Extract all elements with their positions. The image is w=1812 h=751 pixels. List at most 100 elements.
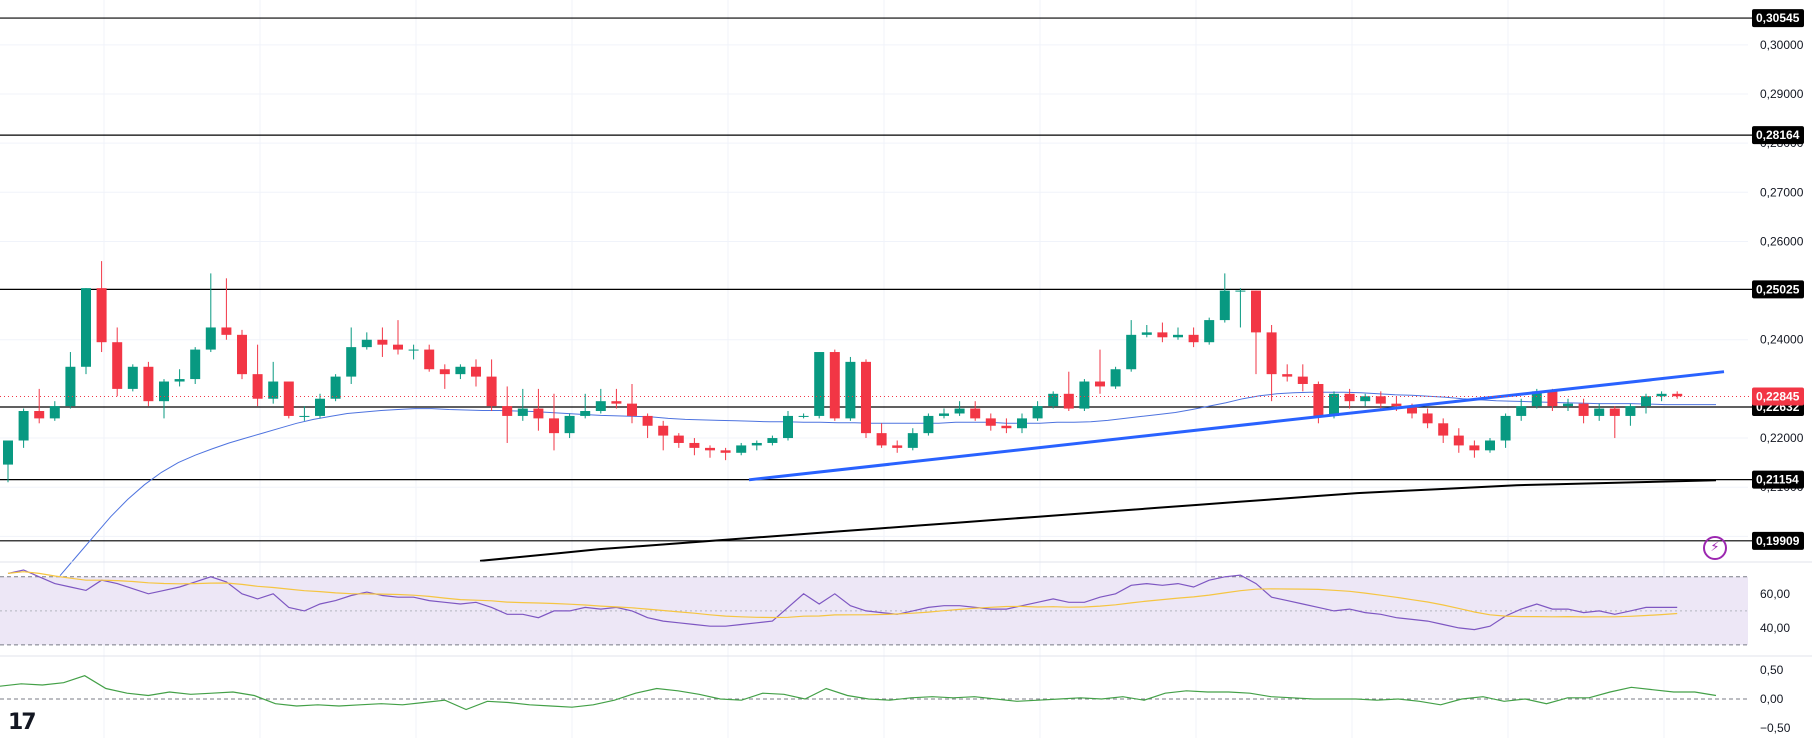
candle-body	[49, 406, 60, 419]
candle	[720, 447, 731, 461]
candle-body	[1625, 406, 1636, 416]
osc-tick-label: 0,00	[1760, 692, 1784, 706]
level-label: 0,28164	[1756, 128, 1800, 142]
candle	[1609, 406, 1620, 439]
candle	[1173, 327, 1183, 340]
candle	[1297, 364, 1308, 392]
candle	[1422, 408, 1433, 429]
candle	[377, 327, 388, 357]
candle	[190, 347, 201, 384]
candle-body	[642, 415, 653, 426]
chart-svg[interactable]: 0,300000,290000,280000,270000,260000,240…	[0, 0, 1812, 746]
candle	[642, 413, 653, 439]
candle-body	[892, 445, 903, 448]
candle-body	[1266, 332, 1277, 375]
candle-body	[1126, 334, 1137, 370]
candle-body	[673, 435, 684, 443]
candle-body	[330, 376, 341, 399]
candle-body	[221, 327, 232, 335]
candle	[892, 440, 903, 453]
rsi-pane: 60,00 40,00	[0, 569, 1790, 646]
price-tick-label: 0,26000	[1760, 234, 1804, 248]
candle-body	[814, 352, 825, 416]
candle	[876, 423, 887, 448]
candle	[1095, 349, 1105, 394]
candle	[1641, 393, 1651, 414]
sma-blue-layer	[59, 391, 1716, 577]
candle	[1204, 317, 1215, 345]
candle-body	[502, 406, 513, 416]
candle-body	[829, 352, 840, 419]
trendline	[748, 370, 1725, 482]
tradingview-logo: 17	[8, 710, 37, 735]
candle	[751, 440, 762, 451]
candle-body	[18, 411, 29, 441]
candle-body	[1235, 290, 1246, 292]
candle-body	[1157, 332, 1168, 338]
candle	[268, 361, 279, 404]
candle-body	[736, 445, 747, 453]
candle	[1235, 288, 1246, 328]
candle-body	[1609, 408, 1620, 416]
candle	[237, 329, 247, 380]
level-label: 0,25025	[1756, 282, 1800, 296]
candle-body	[1017, 418, 1027, 429]
trendline-layer[interactable]	[748, 370, 1725, 482]
candle-body	[705, 447, 715, 451]
candle	[1360, 393, 1371, 407]
candle-body	[1485, 440, 1495, 451]
candle	[1079, 379, 1090, 412]
candle-body	[159, 381, 169, 402]
candle-body	[439, 369, 450, 375]
candle	[1469, 440, 1480, 458]
osc-tick-label: −0,50	[1760, 721, 1791, 735]
candle	[471, 359, 481, 387]
candle-body	[346, 347, 357, 377]
candle	[1578, 398, 1589, 424]
candle-body	[1079, 381, 1090, 409]
candle	[34, 388, 45, 424]
candle-body	[985, 418, 996, 426]
candle	[689, 438, 700, 456]
candle	[1563, 398, 1573, 412]
candle	[829, 349, 840, 421]
candle-body	[767, 438, 778, 443]
candle-body	[1297, 376, 1308, 384]
candle-body	[1188, 334, 1199, 343]
candle-body	[1032, 406, 1043, 419]
candle-body	[174, 379, 185, 382]
candle-body	[923, 415, 934, 434]
candle-body	[1672, 393, 1683, 397]
candle-body	[1516, 406, 1527, 416]
lightning-icon[interactable]: ⚡	[1703, 536, 1727, 560]
oscillator-pane: 0,50 0,00 −0,50	[0, 663, 1791, 735]
candle-body	[1422, 413, 1433, 424]
osc-tick-label: 0,50	[1760, 663, 1784, 677]
candle	[174, 369, 185, 387]
candle	[1516, 398, 1527, 421]
candle	[517, 388, 528, 421]
candle-body	[3, 440, 13, 465]
candle-body	[1500, 415, 1511, 441]
candle	[736, 442, 747, 456]
chart-root: 0,300000,290000,280000,270000,260000,240…	[0, 0, 1812, 746]
candle	[1656, 391, 1667, 402]
candle	[315, 393, 325, 419]
candle-body	[1313, 383, 1324, 416]
candle-body	[517, 408, 528, 416]
candle	[65, 352, 76, 409]
price-tick-label: 0,27000	[1760, 185, 1804, 199]
candle	[127, 364, 138, 392]
candle-body	[533, 408, 544, 419]
candle	[455, 364, 466, 380]
candle-body	[1578, 403, 1589, 416]
current-price-label: 0,22845	[1756, 390, 1800, 404]
candle	[1188, 327, 1199, 348]
candle	[502, 386, 513, 443]
candle	[252, 344, 263, 407]
candle	[1001, 418, 1012, 434]
candle-body	[1453, 435, 1464, 446]
candle	[798, 413, 809, 419]
candle	[1344, 388, 1355, 409]
candle	[408, 344, 419, 360]
